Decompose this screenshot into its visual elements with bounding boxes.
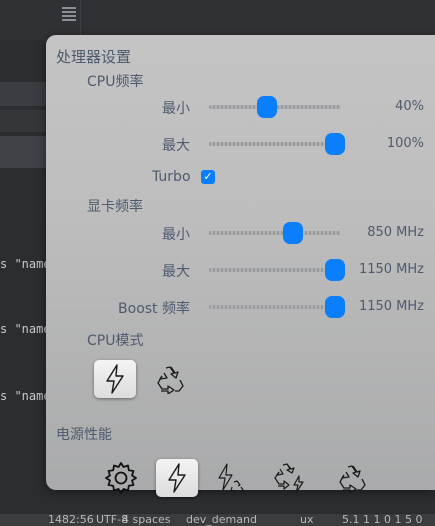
cpu-min-value: 40% bbox=[395, 99, 424, 114]
gpu-min-slider[interactable] bbox=[209, 222, 341, 244]
gear-icon bbox=[105, 462, 137, 494]
gpu-max-label: 最大 bbox=[162, 264, 190, 280]
code-line: s "name bbox=[0, 257, 51, 271]
cpu-max-slider[interactable] bbox=[209, 133, 345, 155]
lightning-recycle-icon bbox=[218, 463, 244, 493]
menu-icon[interactable] bbox=[62, 5, 76, 23]
gpu-max-slider[interactable] bbox=[209, 259, 345, 281]
lightning-icon bbox=[106, 364, 124, 394]
cpu-min-slider[interactable] bbox=[209, 96, 341, 118]
cpu-frequency-title: CPU频率 bbox=[87, 74, 144, 90]
slider-thumb[interactable] bbox=[325, 259, 345, 281]
editor-toolbar bbox=[0, 0, 435, 40]
gpu-min-value: 850 MHz bbox=[367, 225, 424, 240]
processor-settings-panel: 处理器设置 CPU频率 最小 40% 最大 100% Turbo ✓ 显卡频率 … bbox=[46, 35, 435, 497]
boost-slider[interactable] bbox=[209, 296, 345, 318]
power-eco-button[interactable] bbox=[331, 459, 373, 497]
slider-thumb[interactable] bbox=[257, 96, 278, 118]
power-balanced-eco-button[interactable] bbox=[268, 459, 310, 497]
gpu-frequency-title: 显卡频率 bbox=[87, 199, 143, 215]
status-extra[interactable]: ux bbox=[300, 514, 313, 526]
slider-thumb[interactable] bbox=[283, 222, 304, 244]
code-line: s "name bbox=[0, 389, 51, 403]
boost-label: Boost 频率 bbox=[118, 301, 190, 317]
cpu-mode-performance-button[interactable] bbox=[94, 360, 136, 398]
recycle-lightning-icon bbox=[274, 463, 304, 494]
recycle-icon bbox=[157, 366, 184, 394]
status-tail: 5.1 1 1 0 1 5 0 bbox=[342, 514, 423, 526]
cpu-max-label: 最大 bbox=[162, 138, 190, 154]
power-performance-button[interactable] bbox=[156, 459, 198, 497]
power-performance-title: 电源性能 bbox=[56, 427, 112, 443]
panel-title: 处理器设置 bbox=[56, 48, 132, 66]
turbo-label: Turbo bbox=[152, 169, 191, 185]
recycle-icon bbox=[339, 465, 366, 493]
cpu-max-value: 100% bbox=[386, 136, 424, 151]
power-balanced-performance-button[interactable] bbox=[209, 459, 251, 497]
boost-value: 1150 MHz bbox=[358, 299, 424, 314]
power-custom-button[interactable] bbox=[100, 459, 142, 497]
slider-thumb[interactable] bbox=[325, 296, 345, 318]
toolbar-divider bbox=[80, 0, 81, 40]
turbo-checkbox[interactable]: ✓ bbox=[201, 170, 215, 184]
status-indent[interactable]: 4 spaces bbox=[122, 514, 171, 526]
status-bar: 1482:56 UTF-8 4 spaces dev_demand ux 5.1… bbox=[0, 514, 435, 526]
cpu-min-label: 最小 bbox=[162, 101, 190, 117]
status-branch[interactable]: dev_demand bbox=[186, 514, 257, 526]
lightning-icon bbox=[168, 463, 186, 493]
gpu-min-label: 最小 bbox=[162, 227, 190, 243]
code-line: s "name bbox=[0, 322, 51, 336]
status-position[interactable]: 1482:56 bbox=[48, 514, 94, 526]
cpu-mode-eco-button[interactable] bbox=[149, 360, 191, 398]
cpu-mode-title: CPU模式 bbox=[87, 333, 144, 349]
slider-thumb[interactable] bbox=[325, 133, 345, 155]
gpu-max-value: 1150 MHz bbox=[358, 262, 424, 277]
